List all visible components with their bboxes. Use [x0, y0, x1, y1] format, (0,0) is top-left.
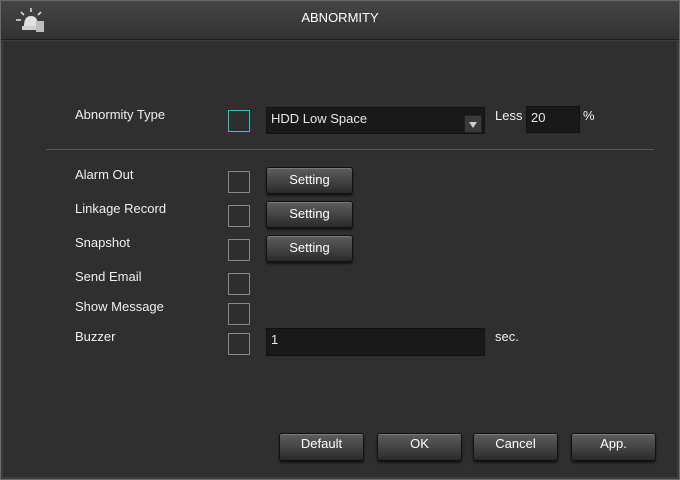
alarm-out-label: Alarm Out	[75, 167, 134, 182]
abnormity-enable-checkbox[interactable]	[228, 110, 250, 132]
window-title: ABNORMITY	[301, 10, 379, 25]
abnormity-type-select[interactable]: HDD Low Space	[266, 107, 485, 134]
section-divider	[46, 149, 654, 150]
abnormity-type-value: HDD Low Space	[271, 111, 368, 126]
cancel-button[interactable]: Cancel	[473, 433, 558, 461]
send-email-label: Send Email	[75, 269, 142, 284]
abnormity-window: ABNORMITY Abnormity Type HDD Low Space L…	[0, 0, 680, 480]
less-threshold-input[interactable]: 20	[526, 106, 580, 133]
buzzer-unit: sec.	[495, 329, 519, 344]
alarm-out-setting-button[interactable]: Setting	[266, 167, 353, 194]
buzzer-duration-input[interactable]: 1	[266, 328, 485, 356]
snapshot-checkbox[interactable]	[228, 239, 250, 261]
linkage-record-checkbox[interactable]	[228, 205, 250, 227]
buzzer-label: Buzzer	[75, 329, 116, 344]
title-bar: ABNORMITY	[1, 1, 679, 40]
percent-unit: %	[583, 108, 595, 123]
snapshot-setting-button[interactable]: Setting	[266, 235, 353, 262]
show-message-label: Show Message	[75, 299, 164, 314]
alarm-out-checkbox[interactable]	[228, 171, 250, 193]
buzzer-checkbox[interactable]	[228, 333, 250, 355]
show-message-checkbox[interactable]	[228, 303, 250, 325]
default-button[interactable]: Default	[279, 433, 364, 461]
ok-button[interactable]: OK	[377, 433, 462, 461]
linkage-record-setting-button[interactable]: Setting	[266, 201, 353, 228]
snapshot-label: Snapshot	[75, 235, 130, 250]
dropdown-arrow-icon[interactable]	[464, 115, 482, 133]
apply-button[interactable]: App.	[571, 433, 656, 461]
linkage-record-label: Linkage Record	[75, 201, 167, 216]
abnormity-type-label: Abnormity Type	[75, 107, 166, 122]
send-email-checkbox[interactable]	[228, 273, 250, 295]
less-label: Less	[495, 108, 523, 123]
